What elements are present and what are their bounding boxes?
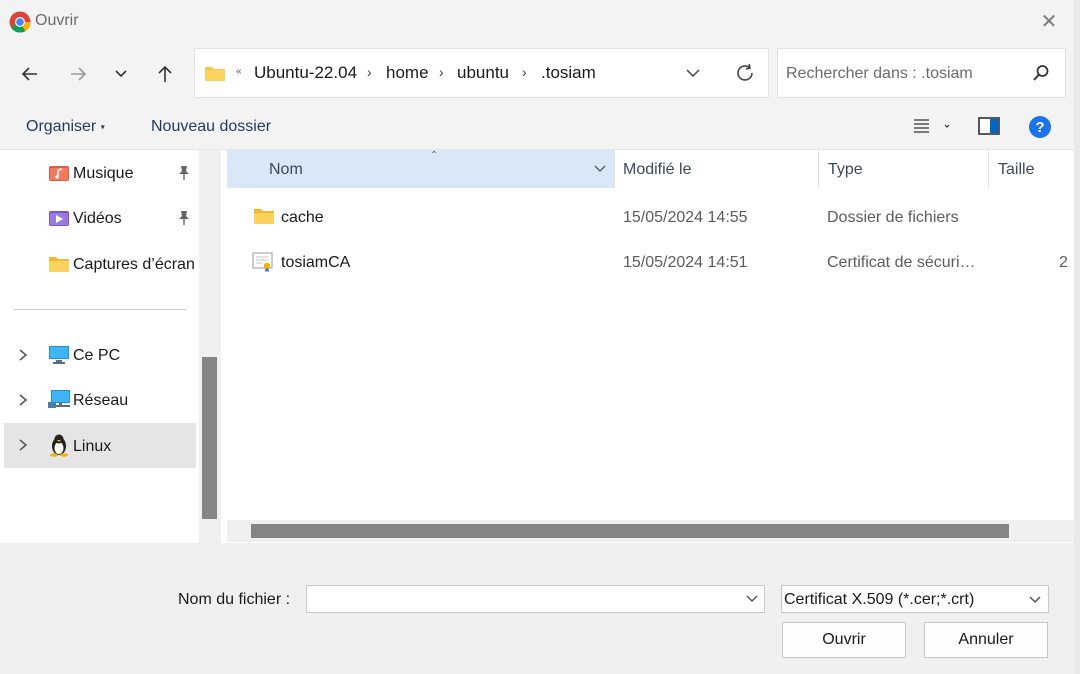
breadcrumb-separator-icon[interactable]: › (522, 64, 527, 80)
arrow-left-icon (21, 67, 37, 81)
sidebar-item-reseau[interactable]: Réseau (4, 378, 196, 423)
sidebar-item-label: Musique (73, 165, 134, 182)
sidebar-item-label: Vidéos (73, 210, 122, 227)
sidebar-item-videos[interactable]: Vidéos (4, 196, 196, 241)
sidebar-item-label: Réseau (73, 392, 129, 409)
computer-icon (48, 345, 70, 370)
column-divider[interactable] (818, 150, 819, 188)
file-type: Dossier de fichiers (827, 209, 959, 226)
column-header-type[interactable]: Type (828, 161, 863, 179)
file-size: 2 (1059, 254, 1068, 271)
folder-icon (253, 207, 275, 230)
folder-icon (48, 255, 70, 278)
filetype-value: Certificat X.509 (*.cer;*.crt) (784, 591, 975, 608)
filename-label: Nom du fichier : (178, 591, 291, 608)
sort-ascending-icon: ⌃ (430, 150, 439, 161)
back-button[interactable] (14, 58, 46, 90)
sidebar-item-label: Captures d’écran (73, 256, 195, 273)
open-button[interactable]: Ouvrir (782, 622, 906, 658)
organize-button[interactable]: Organiser ▾ (26, 118, 105, 136)
breadcrumb-item[interactable]: Ubuntu-22.04 (254, 63, 357, 83)
forward-button[interactable] (62, 58, 94, 90)
file-type: Certificat de sécuri… (827, 254, 976, 271)
network-icon (48, 388, 72, 417)
filetype-select[interactable]: Certificat X.509 (*.cer;*.crt) (781, 585, 1049, 613)
sidebar-item-musique[interactable]: Musique (4, 151, 196, 196)
column-filter-chevron-icon[interactable] (593, 162, 607, 180)
sidebar-scrollbar-thumb[interactable] (202, 357, 217, 519)
breadcrumb-item[interactable]: .tosiam (541, 63, 596, 83)
table-row[interactable]: tosiamCA 15/05/2024 14:51 Certificat de … (227, 241, 1074, 285)
arrow-right-icon (71, 67, 87, 81)
search-input[interactable]: Rechercher dans : .tosiam (786, 65, 973, 83)
help-button[interactable]: ? (1028, 115, 1052, 144)
filename-dropdown-button[interactable] (745, 592, 759, 610)
expand-chevron-icon[interactable] (18, 393, 28, 412)
pin-icon[interactable] (177, 210, 191, 231)
linux-penguin-icon (49, 433, 69, 462)
sidebar-divider (14, 309, 186, 310)
column-header-modified[interactable]: Modifié le (623, 161, 691, 179)
breadcrumb-item[interactable]: home (386, 63, 429, 83)
new-folder-button[interactable]: Nouveau dossier (151, 118, 271, 136)
breadcrumb-separator-icon[interactable]: › (439, 64, 444, 80)
preview-pane-icon (978, 117, 1000, 135)
pin-icon[interactable] (177, 165, 191, 186)
column-header-name-label: Nom (269, 161, 303, 178)
organize-label: Organiser (26, 118, 97, 135)
list-view-icon (914, 119, 950, 133)
refresh-icon (737, 63, 753, 81)
sidebar-item-linux[interactable]: Linux (4, 423, 196, 468)
column-header-size[interactable]: Taille (998, 161, 1034, 179)
breadcrumb-item[interactable]: ubuntu (457, 63, 509, 83)
close-icon: ✕ (1040, 11, 1058, 33)
chevron-down-icon (1028, 593, 1042, 611)
column-divider[interactable] (988, 150, 989, 188)
file-name: cache (281, 209, 324, 226)
file-modified: 15/05/2024 14:51 (623, 254, 748, 271)
view-options-button[interactable] (912, 118, 952, 139)
folder-icon (204, 64, 226, 87)
table-row[interactable]: cache 15/05/2024 14:55 Dossier de fichie… (227, 196, 1074, 240)
sidebar-item-label: Linux (73, 438, 112, 455)
chevron-down-icon (115, 70, 127, 78)
file-name: tosiamCA (281, 254, 351, 271)
horizontal-scrollbar-thumb[interactable] (251, 524, 1009, 538)
chevron-down-icon (686, 69, 700, 78)
file-modified: 15/05/2024 14:55 (623, 209, 748, 226)
cancel-button[interactable]: Annuler (924, 622, 1048, 658)
close-button[interactable]: ✕ (1036, 9, 1062, 35)
address-dropdown-button[interactable] (684, 64, 702, 87)
certificate-icon (252, 251, 274, 278)
caret-down-icon: ▾ (100, 122, 105, 132)
chevron-down-icon (746, 595, 758, 602)
overflow-chevron-icon[interactable]: « (236, 66, 242, 77)
breadcrumb-separator-icon[interactable]: › (367, 64, 372, 80)
background-window-edge (1074, 0, 1080, 674)
expand-chevron-icon[interactable] (18, 348, 28, 367)
sidebar-item-captures[interactable]: Captures d’écran (4, 242, 196, 287)
expand-chevron-icon[interactable] (18, 438, 28, 457)
title-bar (0, 0, 1074, 44)
window-title: Ouvrir (35, 12, 79, 29)
up-button[interactable] (149, 58, 181, 90)
chrome-icon (9, 11, 31, 33)
help-icon: ? (1029, 116, 1051, 138)
music-folder-icon (48, 164, 70, 187)
search-icon[interactable] (1032, 64, 1050, 87)
filename-field[interactable] (306, 585, 765, 613)
videos-folder-icon (48, 209, 70, 232)
sidebar-item-label: Ce PC (73, 347, 121, 364)
refresh-button[interactable] (734, 62, 756, 89)
preview-pane-button[interactable] (978, 117, 1000, 140)
svg-text:?: ? (1035, 119, 1044, 136)
recent-locations-button[interactable] (105, 58, 137, 90)
column-divider[interactable] (614, 150, 615, 188)
sidebar-item-ce-pc[interactable]: Ce PC (4, 333, 196, 378)
arrow-up-icon (158, 65, 172, 82)
